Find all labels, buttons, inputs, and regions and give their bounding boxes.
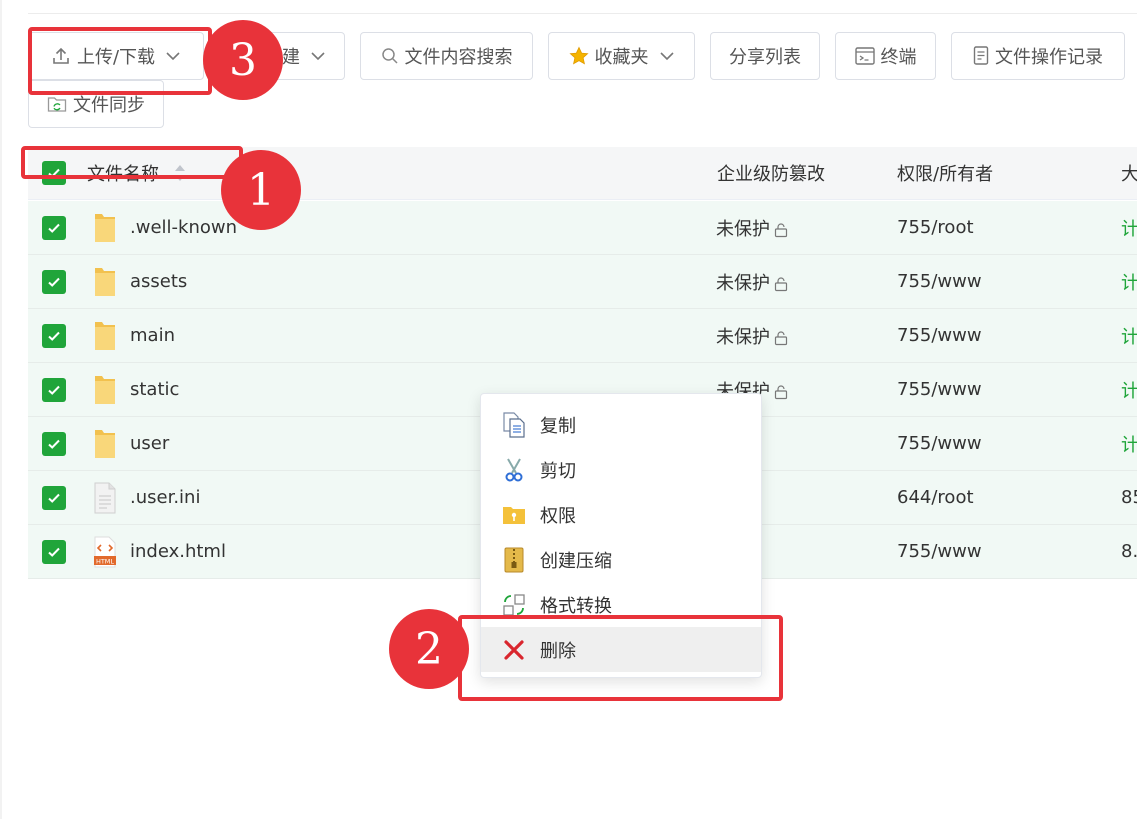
star-icon: [568, 46, 589, 66]
file-name[interactable]: assets: [130, 255, 187, 308]
menu-item-label: 剪切: [540, 460, 576, 482]
protection-status: 未保护: [716, 255, 789, 308]
protection-status: 未保护: [716, 309, 789, 362]
row-checkbox[interactable]: [42, 324, 66, 348]
annotation-badge-2: 2: [389, 609, 469, 689]
chevron-down-icon: [310, 51, 326, 61]
file-log-button[interactable]: 文件操作记录: [951, 32, 1125, 80]
file-size[interactable]: 8.: [1121, 525, 1137, 578]
annotation-badge-1: 1: [221, 150, 301, 230]
lock-icon[interactable]: [773, 384, 789, 400]
folder-icon: [93, 309, 117, 362]
protection-status: 未保护: [716, 201, 789, 254]
lock-icon[interactable]: [773, 330, 789, 346]
table-row[interactable]: assets 未保护 755/www 计: [28, 255, 1137, 309]
sync-folder-icon: [47, 95, 67, 113]
permission-owner[interactable]: 755/www: [897, 363, 982, 416]
top-divider: [28, 13, 1137, 14]
content-search-button[interactable]: 文件内容搜索: [360, 32, 533, 80]
chevron-down-icon: [659, 51, 675, 61]
protection-label: 未保护: [716, 218, 770, 240]
menu-item-label: 格式转换: [540, 595, 612, 617]
terminal-icon: [854, 47, 875, 65]
file-name[interactable]: main: [130, 309, 175, 362]
menu-item-label: 权限: [540, 505, 576, 527]
folder-icon: [93, 363, 117, 416]
cut-menu-item[interactable]: 剪切: [481, 447, 761, 492]
row-checkbox[interactable]: [42, 216, 66, 240]
terminal-label: 终端: [880, 47, 917, 68]
scissors-icon: [501, 457, 527, 483]
protection-label: 未保护: [716, 326, 770, 348]
copy-icon: [501, 411, 527, 438]
favorites-button[interactable]: 收藏夹: [548, 32, 695, 80]
log-icon: [973, 46, 989, 66]
permission-owner[interactable]: 755/www: [897, 417, 982, 470]
permission-owner[interactable]: 755/www: [897, 525, 982, 578]
table-row[interactable]: main 未保护 755/www 计: [28, 309, 1137, 363]
file-name[interactable]: .well-known: [130, 201, 237, 254]
menu-item-label: 创建压缩: [540, 550, 612, 572]
share-list-label: 分享列表: [729, 47, 801, 68]
permission-folder-icon: [501, 502, 527, 528]
file-size[interactable]: 计: [1121, 363, 1137, 416]
permission-owner[interactable]: 755/www: [897, 309, 982, 362]
header-permission: 权限/所有者: [897, 164, 994, 185]
permission-menu-item[interactable]: 权限: [481, 492, 761, 537]
lock-icon[interactable]: [773, 276, 789, 292]
file-size[interactable]: 计: [1121, 255, 1137, 308]
permission-owner[interactable]: 644/root: [897, 471, 974, 524]
terminal-button[interactable]: 终端: [835, 32, 936, 80]
new-label: 建: [282, 47, 300, 68]
favorites-label: 收藏夹: [594, 47, 649, 68]
permission-owner[interactable]: 755/www: [897, 255, 982, 308]
row-checkbox[interactable]: [42, 486, 66, 510]
annotation-box-select-all: [21, 146, 243, 179]
file-log-label: 文件操作记录: [995, 47, 1103, 68]
permission-owner[interactable]: 755/root: [897, 201, 974, 254]
table-row[interactable]: .well-known 未保护 755/root 计: [28, 201, 1137, 255]
lock-icon[interactable]: [773, 222, 789, 238]
header-protection: 企业级防篡改: [717, 164, 825, 185]
annotation-box-delete: [458, 615, 783, 701]
file-name[interactable]: static: [130, 363, 179, 416]
file-name[interactable]: index.html: [130, 525, 226, 578]
file-size[interactable]: 85: [1121, 471, 1137, 524]
protection-label: 未保护: [716, 272, 770, 294]
header-size: 大: [1121, 164, 1137, 185]
annotation-badge-3: 3: [203, 20, 283, 100]
row-checkbox[interactable]: [42, 432, 66, 456]
copy-menu-item[interactable]: 复制: [481, 402, 761, 447]
row-checkbox[interactable]: [42, 270, 66, 294]
left-border: [0, 0, 2, 819]
convert-icon: [501, 592, 527, 618]
folder-icon: [93, 417, 117, 470]
zip-icon: [501, 547, 527, 573]
annotation-box-upload: [28, 27, 212, 95]
create-archive-menu-item[interactable]: 创建压缩: [481, 537, 761, 582]
content-search-label: 文件内容搜索: [404, 47, 513, 68]
folder-icon: [93, 201, 117, 254]
html-file-icon: HTML: [93, 525, 117, 578]
file-size[interactable]: 计: [1121, 201, 1137, 254]
row-checkbox[interactable]: [42, 540, 66, 564]
menu-item-label: 复制: [540, 415, 576, 437]
share-list-button[interactable]: 分享列表: [710, 32, 820, 80]
file-size[interactable]: 计: [1121, 309, 1137, 362]
svg-text:HTML: HTML: [96, 557, 114, 565]
file-name[interactable]: user: [130, 417, 169, 470]
row-checkbox[interactable]: [42, 378, 66, 402]
file-size[interactable]: 计: [1121, 417, 1137, 470]
file-icon: [93, 471, 117, 524]
folder-icon: [93, 255, 117, 308]
search-icon: [381, 47, 399, 65]
file-name[interactable]: .user.ini: [130, 471, 200, 524]
